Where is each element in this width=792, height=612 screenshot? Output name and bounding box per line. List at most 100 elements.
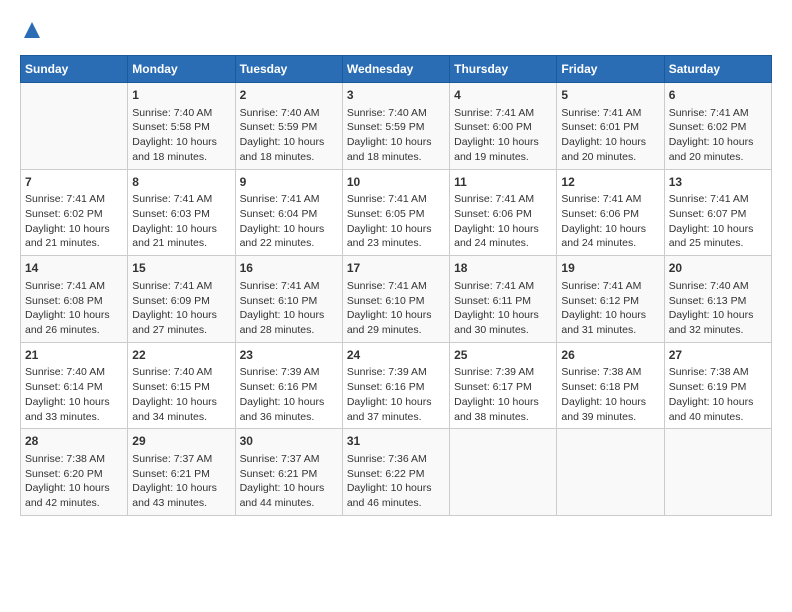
cell-content: and 43 minutes. [132,496,230,511]
cell-content: Sunset: 6:16 PM [347,380,445,395]
cell-content: Sunrise: 7:41 AM [347,279,445,294]
cell-content: and 21 minutes. [25,236,123,251]
day-number: 23 [240,347,338,364]
calendar-cell: 20Sunrise: 7:40 AMSunset: 6:13 PMDayligh… [664,256,771,343]
cell-content: Sunrise: 7:39 AM [454,365,552,380]
calendar-cell: 2Sunrise: 7:40 AMSunset: 5:59 PMDaylight… [235,83,342,170]
cell-content: Sunrise: 7:40 AM [669,279,767,294]
cell-content: and 31 minutes. [561,323,659,338]
cell-content: Sunset: 5:58 PM [132,120,230,135]
cell-content: Daylight: 10 hours [561,135,659,150]
calendar-week-3: 14Sunrise: 7:41 AMSunset: 6:08 PMDayligh… [21,256,772,343]
cell-content: Sunrise: 7:41 AM [454,106,552,121]
cell-content: Sunrise: 7:40 AM [25,365,123,380]
cell-content: Sunset: 5:59 PM [347,120,445,135]
cell-content: Daylight: 10 hours [132,481,230,496]
cell-content: Daylight: 10 hours [132,308,230,323]
col-header-tuesday: Tuesday [235,56,342,83]
day-number: 12 [561,174,659,191]
calendar-cell: 28Sunrise: 7:38 AMSunset: 6:20 PMDayligh… [21,429,128,516]
cell-content: Sunset: 6:17 PM [454,380,552,395]
cell-content: Sunset: 6:10 PM [240,294,338,309]
cell-content: Daylight: 10 hours [347,222,445,237]
calendar-cell: 1Sunrise: 7:40 AMSunset: 5:58 PMDaylight… [128,83,235,170]
cell-content: Daylight: 10 hours [669,135,767,150]
cell-content: Sunrise: 7:40 AM [132,365,230,380]
day-number: 17 [347,260,445,277]
cell-content: Sunrise: 7:37 AM [132,452,230,467]
calendar-cell: 30Sunrise: 7:37 AMSunset: 6:21 PMDayligh… [235,429,342,516]
calendar-cell: 14Sunrise: 7:41 AMSunset: 6:08 PMDayligh… [21,256,128,343]
cell-content: Daylight: 10 hours [25,481,123,496]
cell-content: Daylight: 10 hours [347,395,445,410]
cell-content: and 18 minutes. [347,150,445,165]
calendar-week-5: 28Sunrise: 7:38 AMSunset: 6:20 PMDayligh… [21,429,772,516]
calendar-cell: 26Sunrise: 7:38 AMSunset: 6:18 PMDayligh… [557,342,664,429]
calendar-cell: 16Sunrise: 7:41 AMSunset: 6:10 PMDayligh… [235,256,342,343]
cell-content: and 24 minutes. [454,236,552,251]
day-number: 22 [132,347,230,364]
col-header-thursday: Thursday [450,56,557,83]
cell-content: Sunrise: 7:41 AM [561,106,659,121]
cell-content: and 30 minutes. [454,323,552,338]
calendar-cell: 23Sunrise: 7:39 AMSunset: 6:16 PMDayligh… [235,342,342,429]
cell-content: Sunset: 6:13 PM [669,294,767,309]
cell-content: Sunset: 6:10 PM [347,294,445,309]
cell-content: Sunset: 6:07 PM [669,207,767,222]
day-number: 16 [240,260,338,277]
calendar-week-1: 1Sunrise: 7:40 AMSunset: 5:58 PMDaylight… [21,83,772,170]
calendar-cell: 5Sunrise: 7:41 AMSunset: 6:01 PMDaylight… [557,83,664,170]
cell-content: Daylight: 10 hours [25,308,123,323]
cell-content: Sunset: 6:00 PM [454,120,552,135]
cell-content: Sunrise: 7:41 AM [240,192,338,207]
cell-content: and 32 minutes. [669,323,767,338]
cell-content: and 42 minutes. [25,496,123,511]
col-header-wednesday: Wednesday [342,56,449,83]
cell-content: Daylight: 10 hours [240,135,338,150]
calendar-cell: 11Sunrise: 7:41 AMSunset: 6:06 PMDayligh… [450,169,557,256]
cell-content: Daylight: 10 hours [561,308,659,323]
cell-content: and 39 minutes. [561,410,659,425]
day-number: 20 [669,260,767,277]
calendar-cell: 29Sunrise: 7:37 AMSunset: 6:21 PMDayligh… [128,429,235,516]
calendar-cell: 9Sunrise: 7:41 AMSunset: 6:04 PMDaylight… [235,169,342,256]
cell-content: Daylight: 10 hours [669,395,767,410]
cell-content: Daylight: 10 hours [132,395,230,410]
cell-content: Sunrise: 7:41 AM [347,192,445,207]
cell-content: and 29 minutes. [347,323,445,338]
cell-content: and 27 minutes. [132,323,230,338]
cell-content: Sunset: 6:02 PM [25,207,123,222]
cell-content: Sunrise: 7:41 AM [132,279,230,294]
cell-content: Sunrise: 7:38 AM [561,365,659,380]
cell-content: and 26 minutes. [25,323,123,338]
col-header-monday: Monday [128,56,235,83]
cell-content: Sunset: 6:06 PM [454,207,552,222]
calendar-cell: 12Sunrise: 7:41 AMSunset: 6:06 PMDayligh… [557,169,664,256]
cell-content: and 28 minutes. [240,323,338,338]
cell-content: Sunset: 6:22 PM [347,467,445,482]
day-number: 11 [454,174,552,191]
calendar-cell: 3Sunrise: 7:40 AMSunset: 5:59 PMDaylight… [342,83,449,170]
cell-content: and 21 minutes. [132,236,230,251]
calendar-cell: 19Sunrise: 7:41 AMSunset: 6:12 PMDayligh… [557,256,664,343]
day-number: 19 [561,260,659,277]
calendar-cell: 4Sunrise: 7:41 AMSunset: 6:00 PMDaylight… [450,83,557,170]
cell-content: Daylight: 10 hours [132,135,230,150]
cell-content: Daylight: 10 hours [347,135,445,150]
cell-content: and 25 minutes. [669,236,767,251]
cell-content: Sunset: 6:14 PM [25,380,123,395]
cell-content: Daylight: 10 hours [454,135,552,150]
calendar-cell: 18Sunrise: 7:41 AMSunset: 6:11 PMDayligh… [450,256,557,343]
cell-content: Sunrise: 7:39 AM [240,365,338,380]
cell-content: Sunset: 6:12 PM [561,294,659,309]
cell-content: Sunset: 6:21 PM [240,467,338,482]
cell-content: and 19 minutes. [454,150,552,165]
cell-content: Sunset: 5:59 PM [240,120,338,135]
calendar-table: SundayMondayTuesdayWednesdayThursdayFrid… [20,55,772,516]
logo-icon [22,20,42,40]
calendar-cell [664,429,771,516]
cell-content: Sunset: 6:20 PM [25,467,123,482]
day-number: 24 [347,347,445,364]
cell-content: Sunrise: 7:41 AM [454,279,552,294]
cell-content: Sunrise: 7:41 AM [25,279,123,294]
